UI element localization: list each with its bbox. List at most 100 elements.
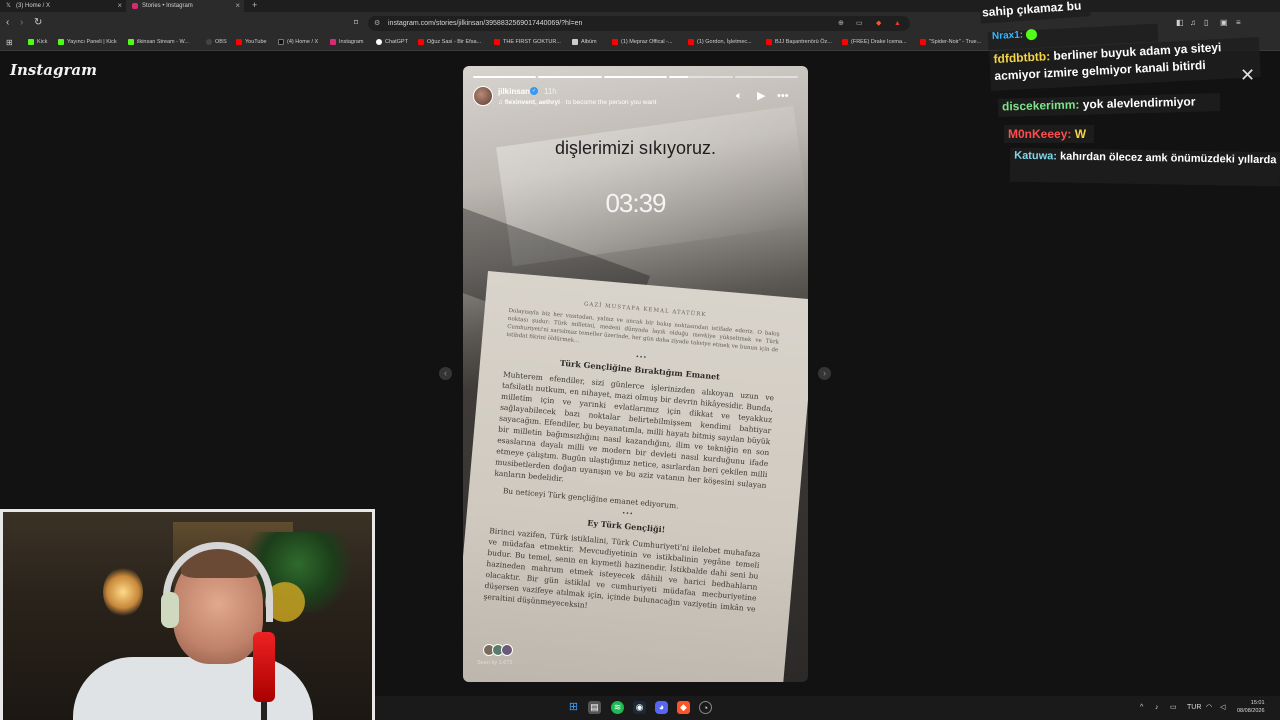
obs-icon[interactable]: ◔ bbox=[699, 701, 712, 714]
reload-icon[interactable]: ↻ bbox=[34, 17, 42, 29]
close-icon[interactable]: × bbox=[235, 0, 240, 12]
book-paragraph: Muhterem efendiler, sizi günlerce işleri… bbox=[494, 369, 775, 491]
tray-overflow-icon[interactable]: ^ bbox=[1140, 696, 1143, 720]
brave-browser-icon[interactable]: ◆ bbox=[677, 701, 690, 714]
chat-message: M0nKeeey: W bbox=[1008, 125, 1086, 143]
story-username[interactable]: jilkinsan bbox=[498, 87, 530, 96]
bookmark-label: "Spider-Noir" - True... bbox=[929, 39, 982, 45]
instagram-logo[interactable]: Instagram bbox=[10, 61, 97, 79]
book-page-photo: GAZİ MUSTAFA KEMAL ATATÜRK Dolayısıyla b… bbox=[463, 271, 808, 682]
seen-by-avatars[interactable] bbox=[483, 644, 513, 656]
avatar[interactable] bbox=[473, 86, 493, 106]
previous-story-button[interactable]: ‹ bbox=[439, 367, 452, 380]
bookmark-item[interactable]: ilkinsan Stream - W... bbox=[128, 34, 189, 51]
bookmark-item[interactable]: YouTube bbox=[236, 34, 267, 51]
bookmark-item[interactable]: (4) Home / X bbox=[278, 34, 318, 51]
bookmark-label: YouTube bbox=[245, 39, 267, 45]
bookmark-item[interactable]: BJJ Başantrenörü Öz... bbox=[766, 34, 832, 51]
bookmark-item[interactable]: ChatGPT bbox=[376, 34, 408, 51]
steam-icon[interactable]: ◉ bbox=[633, 701, 646, 714]
language-indicator[interactable]: TUR bbox=[1187, 696, 1201, 720]
bookmark-label: Kick bbox=[37, 39, 48, 45]
story-music[interactable]: ♫ flexinvent, aethryl · to become the pe… bbox=[498, 99, 656, 106]
bookmark-label: (1) Mepraz Offical -... bbox=[621, 39, 673, 45]
zoom-icon[interactable]: ⊕ bbox=[838, 16, 844, 31]
youtube-icon bbox=[612, 38, 618, 45]
mute-icon[interactable]: 🔈︎ bbox=[736, 90, 743, 102]
youtube-icon bbox=[766, 38, 772, 45]
bookmark-label: Yayıncı Paneli | Kick bbox=[67, 39, 117, 45]
bookmark-item[interactable]: Oğuz Sasi - Bir Efsa... bbox=[418, 34, 481, 51]
apps-grid-icon[interactable]: ⊞ bbox=[6, 34, 13, 51]
emote-icon bbox=[1025, 28, 1038, 41]
tab-x-home[interactable]: 𝕏 (3) Home / X × bbox=[0, 0, 126, 12]
tab-label: Stories • Instagram bbox=[142, 3, 193, 9]
chat-text: kahırdan ölecez amk önümüzdeki yıllarda bbox=[1059, 150, 1277, 167]
seen-by-count[interactable]: Seen by 1,673 bbox=[477, 660, 512, 666]
next-story-button[interactable]: › bbox=[818, 367, 831, 380]
volume-icon[interactable]: ◁ bbox=[1220, 696, 1225, 720]
tab-instagram-stories[interactable]: Stories • Instagram × bbox=[126, 0, 244, 12]
back-icon[interactable]: ‹ bbox=[6, 17, 9, 29]
bookmark-item[interactable]: (FREE) Drake Icema... bbox=[842, 34, 907, 51]
story-viewer[interactable]: GAZİ MUSTAFA KEMAL ATATÜRK Dolayısıyla b… bbox=[463, 66, 808, 682]
bookmark-item[interactable]: Albüm bbox=[572, 34, 597, 51]
bookmark-label: Oğuz Sasi - Bir Efsa... bbox=[427, 39, 482, 45]
windows-start-icon[interactable]: ⊞ bbox=[567, 701, 580, 714]
bookmark-item[interactable]: Instagram bbox=[330, 34, 363, 51]
mic-icon[interactable]: ♪ bbox=[1155, 696, 1159, 720]
file-explorer-icon[interactable]: ▤ bbox=[588, 701, 601, 714]
url-text: instagram.com/stories/jilkinsan/39588325… bbox=[388, 20, 583, 27]
system-clock[interactable]: 15:01 08/08/2026 bbox=[1237, 699, 1265, 715]
forward-icon[interactable]: › bbox=[20, 17, 23, 29]
youtube-icon bbox=[688, 38, 694, 45]
music-artists: flexinvent, aethryl bbox=[504, 99, 560, 106]
stream-chat-overlay: sahip çıkamaz bu Nrax1: fdfdbtbtb: berli… bbox=[979, 0, 1280, 187]
site-info-icon[interactable]: ⚙ bbox=[374, 16, 380, 31]
bookmark-item[interactable]: "Spider-Noir" - True... bbox=[920, 34, 981, 51]
discord-icon[interactable]: ◕ bbox=[655, 701, 668, 714]
progress-segment bbox=[473, 76, 537, 78]
chat-text: yok alevlendirmiyor bbox=[1082, 94, 1196, 112]
bookmark-label: Albüm bbox=[581, 39, 597, 45]
bookmark-item[interactable]: OBS bbox=[206, 34, 227, 51]
youtube-icon bbox=[494, 38, 500, 45]
chat-username: Katuwa: bbox=[1014, 149, 1058, 163]
progress-segment bbox=[603, 76, 668, 78]
kick-icon bbox=[58, 38, 64, 45]
chat-username: fdfdbtbtb: bbox=[993, 49, 1051, 67]
play-icon[interactable]: ▶ bbox=[757, 90, 765, 102]
progress-segment bbox=[734, 76, 799, 78]
bookmark-label: THE FIRST GOKTUR... bbox=[503, 39, 561, 45]
close-story-icon[interactable]: ✕ bbox=[1240, 66, 1255, 84]
x-logo-icon: 𝕏 bbox=[6, 3, 11, 9]
youtube-icon bbox=[418, 38, 424, 45]
spotify-icon[interactable]: ≋ bbox=[611, 701, 624, 714]
brave-shield-icon[interactable]: ◆ bbox=[876, 16, 881, 31]
folder-icon bbox=[572, 38, 578, 45]
more-options-icon[interactable]: ••• bbox=[777, 90, 789, 102]
tab-label: (3) Home / X bbox=[16, 3, 51, 9]
clock-date: 08/08/2026 bbox=[1237, 708, 1265, 714]
clock-time: 15:01 bbox=[1250, 700, 1265, 706]
new-tab-button[interactable]: + bbox=[252, 0, 257, 11]
network-icon[interactable]: ▭ bbox=[1170, 696, 1177, 720]
wifi-icon[interactable]: ◠ bbox=[1206, 696, 1212, 720]
bookmark-item[interactable]: THE FIRST GOKTUR... bbox=[494, 34, 561, 51]
bookmark-item[interactable]: (1) Gordon, İşletmec... bbox=[688, 34, 752, 51]
bookmark-icon[interactable]: ⌑ bbox=[354, 17, 358, 29]
microphone-arm bbox=[261, 702, 267, 720]
close-icon[interactable]: × bbox=[117, 0, 122, 12]
windows-taskbar: ⊞ ▤ ≋ ◉ ◕ ◆ ◔ ^ ♪ ▭ TUR ◠ ◁ 15:01 08/08/… bbox=[375, 696, 1280, 720]
chatgpt-icon bbox=[376, 38, 382, 45]
obs-icon bbox=[206, 38, 212, 45]
cast-icon[interactable]: ▭ bbox=[856, 16, 863, 31]
bookmark-item[interactable]: Kick bbox=[28, 34, 47, 51]
address-bar[interactable]: ⚙ instagram.com/stories/jilkinsan/395883… bbox=[368, 16, 910, 31]
microphone-icon bbox=[253, 632, 275, 702]
progress-segment bbox=[669, 76, 733, 78]
music-icon: ♫ bbox=[498, 99, 505, 106]
brave-rewards-icon[interactable]: ▲ bbox=[894, 16, 901, 31]
bookmark-item[interactable]: (1) Mepraz Offical -... bbox=[612, 34, 673, 51]
bookmark-item[interactable]: Yayıncı Paneli | Kick bbox=[58, 34, 117, 51]
